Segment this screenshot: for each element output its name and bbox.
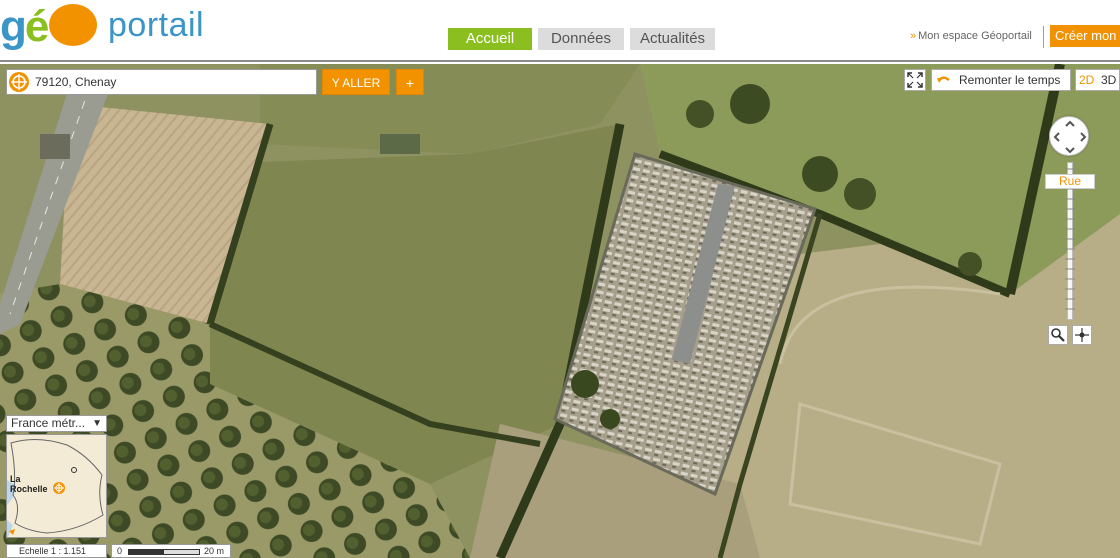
tab-accueil[interactable]: Accueil: [448, 28, 532, 50]
territory-select[interactable]: France métr... ▼: [6, 415, 107, 432]
add-button[interactable]: +: [396, 69, 424, 95]
tab-actualites[interactable]: Actualités: [630, 28, 715, 50]
chevron-right-icon: »: [910, 30, 917, 42]
aerial-imagery: [0, 64, 1120, 558]
mon-espace-link[interactable]: » Mon espace Géoportail: [910, 30, 1032, 42]
pan-control[interactable]: [1049, 116, 1089, 156]
magnifier-icon: [1051, 328, 1065, 342]
scale-start: 0: [117, 546, 123, 556]
overview-map[interactable]: La Rochelle: [6, 434, 107, 538]
create-account-button[interactable]: Créer mon: [1050, 25, 1120, 47]
geoportail-logo[interactable]: gé portail: [0, 2, 230, 52]
remonter-temps-button[interactable]: Remonter le temps: [931, 69, 1071, 91]
crosshair-icon: [1075, 328, 1089, 342]
fullscreen-button[interactable]: [904, 69, 926, 91]
scale-bar-graphic: [128, 549, 200, 555]
mon-espace-label: Mon espace Géoportail: [918, 30, 1032, 42]
fullscreen-icon: [907, 72, 923, 88]
mode-3d-button[interactable]: 3D: [1101, 70, 1116, 90]
go-button[interactable]: Y ALLER: [322, 69, 390, 95]
zoom-level-label: Rue: [1045, 174, 1095, 189]
undo-arrow-icon: [937, 76, 950, 83]
search-box: [6, 69, 317, 95]
magnify-button[interactable]: [1048, 325, 1068, 345]
header: gé portail Accueil Données Actualités » M…: [0, 0, 1120, 62]
pan-arrows-icon: [1053, 120, 1087, 154]
scale-bar: 0 20 m: [111, 544, 231, 558]
city-label: La Rochelle: [10, 474, 48, 494]
locate-button[interactable]: [1072, 325, 1092, 345]
map-view[interactable]: [0, 64, 1120, 558]
view-mode-toggle: 2D 3D: [1075, 69, 1120, 91]
main-nav: Accueil Données Actualités: [448, 28, 715, 50]
tab-donnees[interactable]: Données: [538, 28, 624, 50]
scale-end: 20 m: [204, 546, 225, 556]
scale-ratio: Echelle 1 : 1.151: [6, 544, 107, 558]
search-input[interactable]: [35, 73, 305, 91]
logo-geo: gé: [0, 2, 98, 52]
dropdown-arrow-icon: ▼: [92, 418, 102, 429]
mode-2d-button[interactable]: 2D: [1079, 70, 1094, 90]
logo-portail: portail: [108, 6, 205, 44]
divider: [1043, 26, 1044, 48]
remonter-label: Remonter le temps: [959, 73, 1061, 87]
target-icon[interactable]: [9, 72, 29, 92]
territory-select-value: France métr...: [11, 416, 86, 430]
